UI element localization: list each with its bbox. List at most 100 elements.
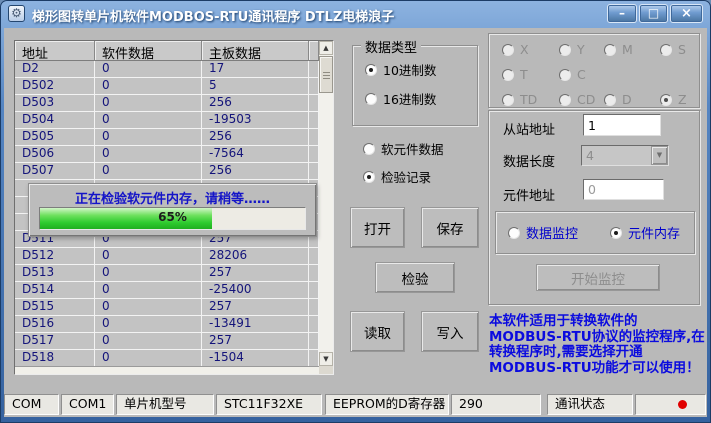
table-cell: 0 <box>95 265 202 282</box>
start-monitor-button: 开始监控 <box>536 264 660 291</box>
table-cell <box>309 299 319 316</box>
radio-option[interactable]: 数据监控 <box>508 223 578 242</box>
radio-label: C <box>577 67 586 82</box>
radio-option[interactable]: 10进制数 <box>365 60 436 79</box>
table-cell: 0 <box>95 78 202 95</box>
info-text: 本软件适用于转换软件的MODBUS-RTU协议的监控程序,在转换程序时,需要选择… <box>489 314 709 376</box>
radio-option: T <box>502 67 559 82</box>
table-row[interactable]: D5180-1504 <box>15 350 319 366</box>
data-length-label: 数据长度 <box>503 151 555 170</box>
table-row[interactable]: D2017 <box>15 61 319 78</box>
table-cell <box>309 78 319 95</box>
table-cell <box>309 350 319 366</box>
radio-icon <box>363 171 375 183</box>
statusbar-register-value: 290 <box>451 394 541 415</box>
dropdown-arrow-icon: ▼ <box>651 146 668 165</box>
table-row[interactable]: D5030256 <box>15 95 319 112</box>
table-cell: 17 <box>202 61 309 78</box>
table-cell: 0 <box>95 299 202 316</box>
table-row[interactable]: D5070256 <box>15 163 319 180</box>
info-line: 本软件适用于转换软件的 <box>489 314 709 330</box>
table-row[interactable]: D5140-25400 <box>15 282 319 299</box>
table-cell: 0 <box>95 129 202 146</box>
table-row[interactable]: D5160-13491 <box>15 316 319 333</box>
check-button[interactable]: 检验 <box>375 262 455 293</box>
info-line: 转换程序时,需要选择开通 <box>489 345 709 361</box>
radio-option: M <box>604 42 660 57</box>
table-cell: 0 <box>95 350 202 366</box>
table-cell: D506 <box>15 146 95 163</box>
minimize-button[interactable]: – <box>607 4 637 23</box>
table-cell: -13491 <box>202 316 309 333</box>
slave-address-input[interactable] <box>583 114 661 136</box>
table-row[interactable]: D5050256 <box>15 129 319 146</box>
monitor-radio-data-monitor: 数据监控 <box>508 223 578 242</box>
table-row[interactable]: D5040-19503 <box>15 112 319 129</box>
table-cell: 256 <box>202 163 309 180</box>
radio-option: Y <box>559 42 604 57</box>
scrollbar-corner <box>319 366 333 374</box>
scroll-up-icon[interactable]: ▲ <box>319 41 333 55</box>
radio-icon <box>660 94 672 106</box>
progress-dialog: 正在检验软元件内存，请稍等…… 65% <box>28 183 317 237</box>
table-row[interactable]: D5130257 <box>15 265 319 282</box>
radio-option: TD <box>502 92 559 107</box>
table-row[interactable]: D5170257 <box>15 333 319 350</box>
radio-icon <box>502 69 514 81</box>
monitor-radio-element-memory: 元件内存 <box>610 223 680 242</box>
statusbar-com-port: COM1 <box>61 394 114 415</box>
table-cell: D503 <box>15 95 95 112</box>
header-extra[interactable] <box>309 41 319 61</box>
maximize-button[interactable]: □ <box>639 4 668 23</box>
slave-address-label: 从站地址 <box>503 119 555 138</box>
radio-option[interactable]: 16进制数 <box>365 89 436 108</box>
read-button[interactable]: 读取 <box>350 311 405 352</box>
radio-icon <box>604 44 616 56</box>
open-button[interactable]: 打开 <box>350 207 405 248</box>
view-radio-soft-data: 软元件数据 <box>363 139 444 158</box>
table-cell: -1504 <box>202 350 309 366</box>
radio-label: Y <box>577 42 585 57</box>
thumb-grip <box>323 75 330 76</box>
radio-icon <box>502 44 514 56</box>
radio-icon <box>559 44 571 56</box>
radio-label: 元件内存 <box>628 223 680 242</box>
save-button[interactable]: 保存 <box>421 207 479 248</box>
radio-option: C <box>559 67 604 82</box>
table-row[interactable]: D5150257 <box>15 299 319 316</box>
table-row[interactable]: D512028206 <box>15 248 319 265</box>
table-cell: 256 <box>202 95 309 112</box>
radio-icon <box>365 64 377 76</box>
table-cell: -7564 <box>202 146 309 163</box>
radio-option[interactable]: 元件内存 <box>610 223 680 242</box>
header-address[interactable]: 地址 <box>15 41 95 61</box>
horizontal-scrollbar[interactable] <box>15 366 319 374</box>
write-button[interactable]: 写入 <box>421 311 479 352</box>
scrollbar-thumb[interactable] <box>319 56 333 93</box>
radio-option[interactable]: 软元件数据 <box>363 139 444 158</box>
radio-option[interactable]: 检验记录 <box>363 167 431 186</box>
header-software-data[interactable]: 软件数据 <box>95 41 202 61</box>
table-cell: D504 <box>15 112 95 129</box>
table-cell: D516 <box>15 316 95 333</box>
table-cell: 256 <box>202 129 309 146</box>
close-button[interactable]: × <box>670 4 703 23</box>
table-cell: D517 <box>15 333 95 350</box>
vertical-scrollbar[interactable]: ▲ ▼ <box>319 41 333 366</box>
window-title: 梯形图转单片机软件MODBOS-RTU通讯程序 DTLZ电梯浪子 <box>32 6 394 25</box>
radio-option: CD <box>559 92 604 107</box>
table-cell: 5 <box>202 78 309 95</box>
table-row[interactable]: D5060-7564 <box>15 146 319 163</box>
table-cell: 257 <box>202 333 309 350</box>
header-board-data[interactable]: 主板数据 <box>202 41 309 61</box>
element-address-input <box>583 179 664 200</box>
table-row[interactable]: D50205 <box>15 78 319 95</box>
radio-label: X <box>520 42 529 57</box>
scroll-down-icon[interactable]: ▼ <box>319 352 333 366</box>
radio-option: D <box>604 92 660 107</box>
data-type-group: 数据类型 10进制数16进制数 <box>352 45 478 126</box>
device-row-1: XYMS <box>502 42 695 57</box>
radio-label: 软元件数据 <box>381 139 444 158</box>
table-cell: D518 <box>15 350 95 366</box>
table-cell <box>309 95 319 112</box>
